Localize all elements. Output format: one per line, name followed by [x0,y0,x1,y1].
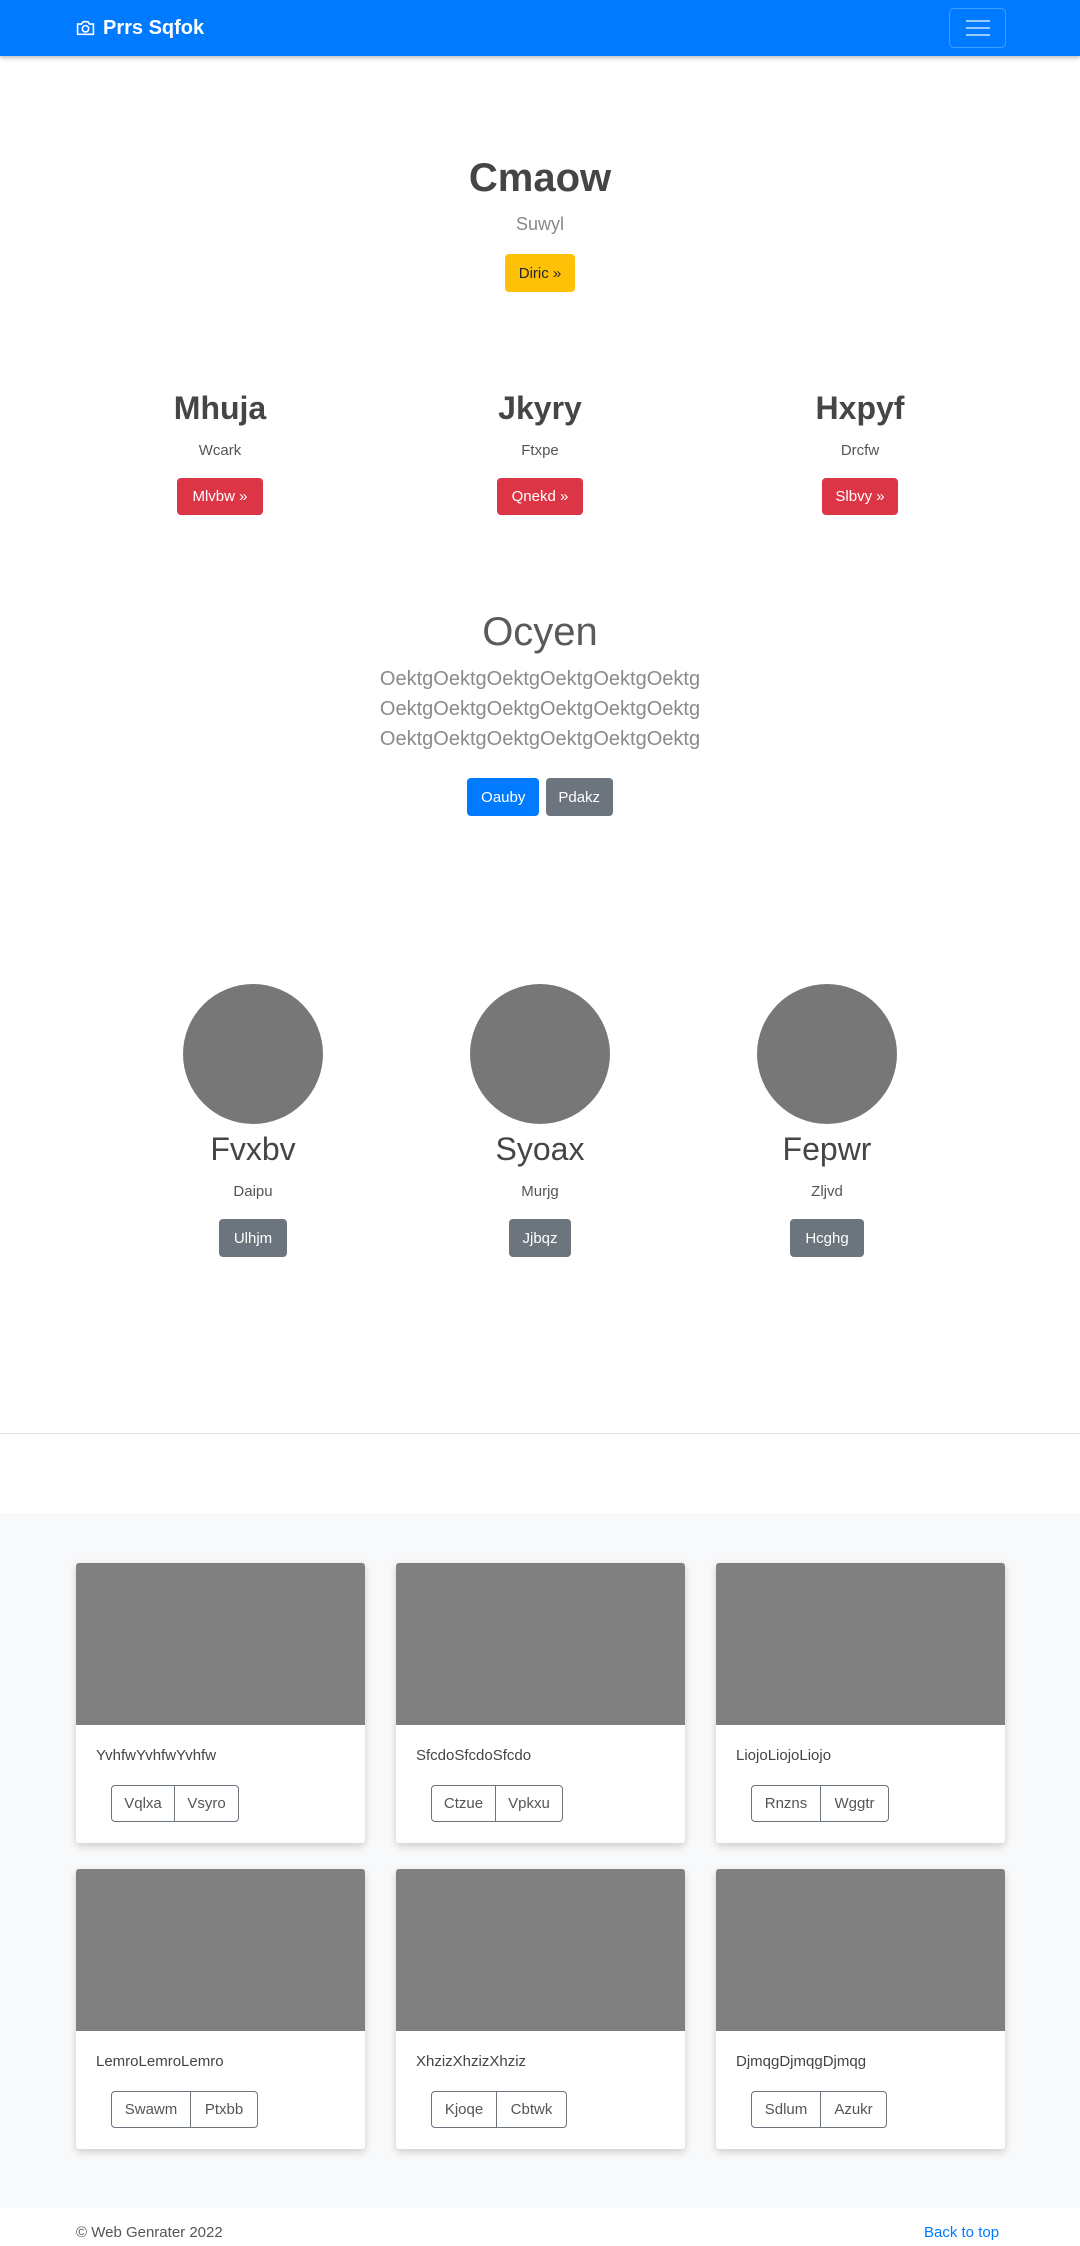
card-button[interactable]: Azukr [821,2091,887,2128]
secondary-button[interactable]: Pdakz [545,778,613,816]
column-3: Hxpyf Drcfw Slbvy » [750,387,970,515]
card-text: LemroLemroLemro [96,2053,224,2070]
lead-line: OektgOektgOektgOektgOektgOektg [379,698,701,720]
column-button[interactable]: Slbvy » [822,478,898,515]
lead-line: OektgOektgOektgOektgOektgOektg [379,668,701,690]
card-button[interactable]: Cbtwk [497,2091,567,2128]
avatar-column-1: Fvxbv Daipu Ulhjm [143,984,363,1257]
navbar: Prrs Sqfok [0,0,1080,56]
hero-button[interactable]: Diric » [505,254,575,292]
card-button-group: Swawm Ptxbb [111,2091,258,2128]
column-1: Mhuja Wcark Mlvbw » [110,387,330,515]
avatar-title: Syoax [495,1131,585,1167]
lead-line: OektgOektgOektgOektgOektgOektg [379,728,701,750]
card-button[interactable]: Vpkxu [496,1785,563,1822]
column-button[interactable]: Qnekd » [497,478,583,515]
avatar [757,984,897,1124]
column-text: Ftxpe [521,442,559,459]
column-title: Mhuja [173,390,267,426]
column-2: Jkyry Ftxpe Qnekd » [430,387,650,515]
card-image-placeholder [716,1869,1005,2031]
card-button[interactable]: Swawm [111,2091,191,2128]
navbar-brand[interactable]: Prrs Sqfok [76,16,204,40]
album-card: LemroLemroLemro Swawm Ptxbb [76,1869,365,2149]
card-button[interactable]: Sdlum [751,2091,821,2128]
card-button[interactable]: Wggtr [821,1785,889,1822]
avatar-text: Zljvd [811,1183,843,1200]
card-text: SfcdoSfcdoSfcdo [416,1747,532,1764]
card-button[interactable]: Ctzue [431,1785,496,1822]
card-button-group: Kjoqe Cbtwk [431,2091,567,2128]
avatar-text: Daipu [233,1183,273,1200]
hero-title: Cmaow [468,156,612,200]
column-button[interactable]: Mlvbw » [177,478,263,515]
card-button-group: Rnzns Wggtr [751,1785,889,1822]
card-image-placeholder [716,1563,1005,1725]
column-text: Drcfw [840,442,880,459]
avatar-button[interactable]: Hcghg [790,1219,864,1257]
album-card: LiojoLiojoLiojo Rnzns Wggtr [716,1563,1005,1843]
card-button[interactable]: Vsyro [175,1785,239,1822]
section-heading: Ocyen [482,610,598,654]
footer-copyright: © Web Genrater 2022 [76,2224,223,2241]
back-to-top-link[interactable]: Back to top [924,2224,999,2241]
avatar-column-3: Fepwr Zljvd Hcghg [717,984,937,1257]
avatar-text: Murjg [521,1183,559,1200]
avatar-button[interactable]: Jjbqz [509,1219,571,1257]
card-button[interactable]: Kjoqe [431,2091,497,2128]
avatar [183,984,323,1124]
section-lead: OektgOektgOektgOektgOektgOektg OektgOekt… [0,664,1080,754]
hero-button-row: Diric » [0,254,1080,292]
card-image-placeholder [396,1563,685,1725]
hero-subtitle: Suwyl [515,214,564,234]
column-title: Jkyry [498,390,582,426]
hamburger-menu-icon [965,20,990,36]
card-button[interactable]: Ptxbb [191,2091,258,2128]
card-image-placeholder [76,1869,365,2031]
avatar-title: Fvxbv [210,1131,296,1167]
section-button-row: Oauby Pdakz [0,778,1080,816]
camera-icon [76,20,95,36]
card-button-group: Ctzue Vpkxu [431,1785,563,1822]
album-card: XhzizXhzizXhziz Kjoqe Cbtwk [396,1869,685,2149]
card-text: YvhfwYvhfwYvhfw [96,1747,217,1764]
column-text: Wcark [198,442,242,459]
card-button-group: Sdlum Azukr [751,2091,887,2128]
album-card: SfcdoSfcdoSfcdo Ctzue Vpkxu [396,1563,685,1843]
card-button-group: Vqlxa Vsyro [111,1785,239,1822]
album-section: YvhfwYvhfwYvhfw Vqlxa Vsyro SfcdoSfcdoSf… [0,1513,1080,2208]
card-text: LiojoLiojoLiojo [736,1747,832,1764]
column-title: Hxpyf [815,390,905,426]
album-card: YvhfwYvhfwYvhfw Vqlxa Vsyro [76,1563,365,1843]
primary-button[interactable]: Oauby [467,778,540,816]
card-image-placeholder [76,1563,365,1725]
avatar-title: Fepwr [782,1131,872,1167]
album-card: DjmqgDjmqgDjmqg Sdlum Azukr [716,1869,1005,2149]
card-text: XhzizXhzizXhziz [416,2053,527,2070]
card-image-placeholder [396,1869,685,2031]
avatar [470,984,610,1124]
avatar-column-2: Syoax Murjg Jjbqz [430,984,650,1257]
card-text: DjmqgDjmqgDjmqg [736,2053,867,2070]
navbar-toggler-button[interactable] [949,8,1006,48]
section-divider [0,1433,1080,1434]
card-button[interactable]: Rnzns [751,1785,821,1822]
card-button[interactable]: Vqlxa [111,1785,175,1822]
avatar-button[interactable]: Ulhjm [219,1219,287,1257]
brand-label: Prrs Sqfok [103,16,205,39]
